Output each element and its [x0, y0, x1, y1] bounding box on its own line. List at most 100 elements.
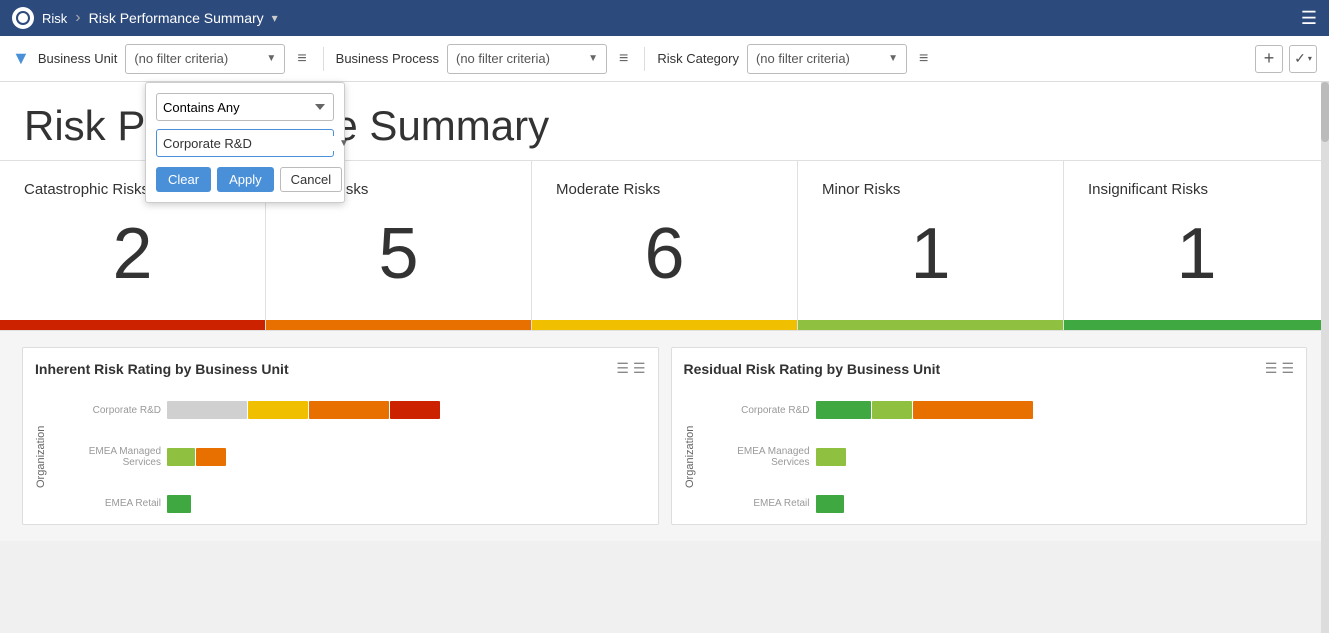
cancel-button[interactable]: Cancel	[280, 167, 342, 192]
insignificant-risks-value: 1	[1088, 218, 1305, 290]
residual-chart-body: Organization Corporate R&D EMEA Managed …	[684, 387, 1295, 527]
residual-seg-green-1	[816, 401, 871, 419]
inherent-seg-orange-2	[196, 448, 226, 466]
operator-select[interactable]: Contains Any	[156, 93, 334, 121]
scrollbar-thumb[interactable]	[1321, 82, 1329, 142]
risk-category-value: (no filter criteria)	[756, 51, 850, 66]
residual-seg-limegreen-1	[872, 401, 912, 419]
moderate-risks-bar	[532, 320, 797, 330]
inherent-chart-header: Inherent Risk Rating by Business Unit ☰ …	[35, 360, 646, 377]
apply-button[interactable]: Apply	[217, 167, 274, 192]
filter-popup: Contains Any ▼ Clear Apply Cancel	[145, 82, 345, 203]
residual-row-corporate: Corporate R&D	[700, 396, 1295, 424]
moderate-risks-title: Moderate Risks	[556, 181, 773, 198]
business-process-chevron: ▼	[588, 53, 598, 64]
inherent-bars-emea-retail	[167, 495, 191, 513]
residual-bars-corporate	[816, 401, 1033, 419]
inherent-chart-title: Inherent Risk Rating by Business Unit	[35, 361, 289, 377]
business-unit-settings-icon[interactable]: ≡	[293, 48, 310, 70]
residual-label-emea-managed: EMEA Managed Services	[700, 446, 810, 468]
residual-chart-title: Residual Risk Rating by Business Unit	[684, 361, 941, 377]
popup-buttons: Clear Apply Cancel	[156, 167, 334, 192]
plus-icon: +	[1264, 48, 1275, 69]
risk-category-settings-icon[interactable]: ≡	[915, 48, 932, 70]
moderate-risks-card[interactable]: Moderate Risks 6	[532, 161, 798, 330]
nav-risk-link[interactable]: Risk	[42, 11, 67, 26]
insignificant-risks-bar	[1064, 320, 1329, 330]
filter-value-input[interactable]	[163, 136, 339, 151]
residual-settings-icon[interactable]: ☰	[1281, 360, 1294, 377]
inherent-seg-gray	[167, 401, 247, 419]
inherent-bars-emea-managed	[167, 448, 226, 466]
inherent-filter-icon[interactable]: ☰	[616, 360, 629, 377]
residual-y-axis: Organization	[684, 387, 696, 527]
inherent-label-emea-retail: EMEA Retail	[51, 498, 161, 509]
insignificant-risks-title: Insignificant Risks	[1088, 181, 1305, 198]
business-process-settings-icon[interactable]: ≡	[615, 48, 632, 70]
risk-category-chevron: ▼	[888, 53, 898, 64]
check-icon: ✓	[1294, 50, 1306, 67]
residual-seg-limegreen-2	[816, 448, 846, 466]
residual-chart-header: Residual Risk Rating by Business Unit ☰ …	[684, 360, 1295, 377]
residual-label-emea-retail: EMEA Retail	[700, 498, 810, 509]
apply-filter-button[interactable]: ✓ ▾	[1289, 45, 1317, 73]
residual-chart-area: Corporate R&D EMEA Managed Services	[700, 387, 1295, 527]
business-unit-label: Business Unit	[38, 51, 117, 66]
inherent-chart-area: Corporate R&D EMEA Managed Services	[51, 387, 646, 527]
nav-chevron-icon[interactable]: ▾	[272, 11, 278, 25]
residual-seg-green-2	[816, 495, 844, 513]
inherent-seg-yellow	[248, 401, 308, 419]
residual-label-corporate: Corporate R&D	[700, 405, 810, 416]
inherent-chart-icons: ☰ ☰	[616, 360, 645, 377]
minor-risks-bar	[798, 320, 1063, 330]
clear-button[interactable]: Clear	[156, 167, 211, 192]
residual-bars-emea-managed	[816, 448, 846, 466]
filter-separator-1	[323, 47, 324, 71]
business-process-value: (no filter criteria)	[456, 51, 550, 66]
filter-funnel-icon: ▼	[12, 48, 30, 69]
residual-risk-chart: Residual Risk Rating by Business Unit ☰ …	[671, 347, 1308, 525]
inherent-bars-corporate	[167, 401, 440, 419]
inherent-seg-orange	[309, 401, 389, 419]
inherent-settings-icon[interactable]: ☰	[633, 360, 646, 377]
nav-page-title: Risk Performance Summary	[89, 10, 264, 26]
minor-risks-card[interactable]: Minor Risks 1	[798, 161, 1064, 330]
inherent-seg-red	[390, 401, 440, 419]
nav-menu-icon[interactable]: ☰	[1301, 8, 1317, 29]
residual-bars-emea-retail	[816, 495, 844, 513]
major-risks-bar	[266, 320, 531, 330]
inherent-seg-limegreen-1	[167, 448, 195, 466]
inherent-label-emea-managed: EMEA Managed Services	[51, 446, 161, 468]
risk-category-dropdown[interactable]: (no filter criteria) ▼	[747, 44, 907, 74]
inherent-row-emea-managed: EMEA Managed Services	[51, 443, 646, 471]
major-risks-value: 5	[290, 218, 507, 290]
residual-chart-icons: ☰ ☰	[1265, 360, 1294, 377]
residual-row-emea-retail: EMEA Retail	[700, 490, 1295, 518]
value-row-chevron-icon: ▼	[339, 138, 349, 149]
risk-category-label: Risk Category	[657, 51, 739, 66]
residual-filter-icon[interactable]: ☰	[1265, 360, 1278, 377]
inherent-seg-green-1	[167, 495, 191, 513]
inherent-chart-body: Organization Corporate R&D	[35, 387, 646, 527]
scrollbar[interactable]	[1321, 82, 1329, 633]
minor-risks-value: 1	[822, 218, 1039, 290]
business-unit-dropdown[interactable]: (no filter criteria) ▼	[125, 44, 285, 74]
catastrophic-risks-bar	[0, 320, 265, 330]
business-unit-chevron: ▼	[266, 53, 276, 64]
residual-seg-orange-1	[913, 401, 1033, 419]
charts-section: Inherent Risk Rating by Business Unit ☰ …	[0, 331, 1329, 541]
moderate-risks-value: 6	[556, 218, 773, 290]
business-process-dropdown[interactable]: (no filter criteria) ▼	[447, 44, 607, 74]
inherent-row-corporate: Corporate R&D	[51, 396, 646, 424]
inherent-risk-chart: Inherent Risk Rating by Business Unit ☰ …	[22, 347, 659, 525]
business-process-label: Business Process	[336, 51, 439, 66]
inherent-row-emea-retail: EMEA Retail	[51, 490, 646, 518]
insignificant-risks-card[interactable]: Insignificant Risks 1	[1064, 161, 1329, 330]
filter-value-row: ▼	[156, 129, 334, 157]
nav-breadcrumb-separator: ›	[75, 9, 80, 27]
add-filter-button[interactable]: +	[1255, 45, 1283, 73]
catastrophic-risks-value: 2	[24, 218, 241, 290]
minor-risks-title: Minor Risks	[822, 181, 1039, 198]
app-logo[interactable]	[12, 7, 34, 29]
filter-bar: ▼ Business Unit (no filter criteria) ▼ ≡…	[0, 36, 1329, 82]
